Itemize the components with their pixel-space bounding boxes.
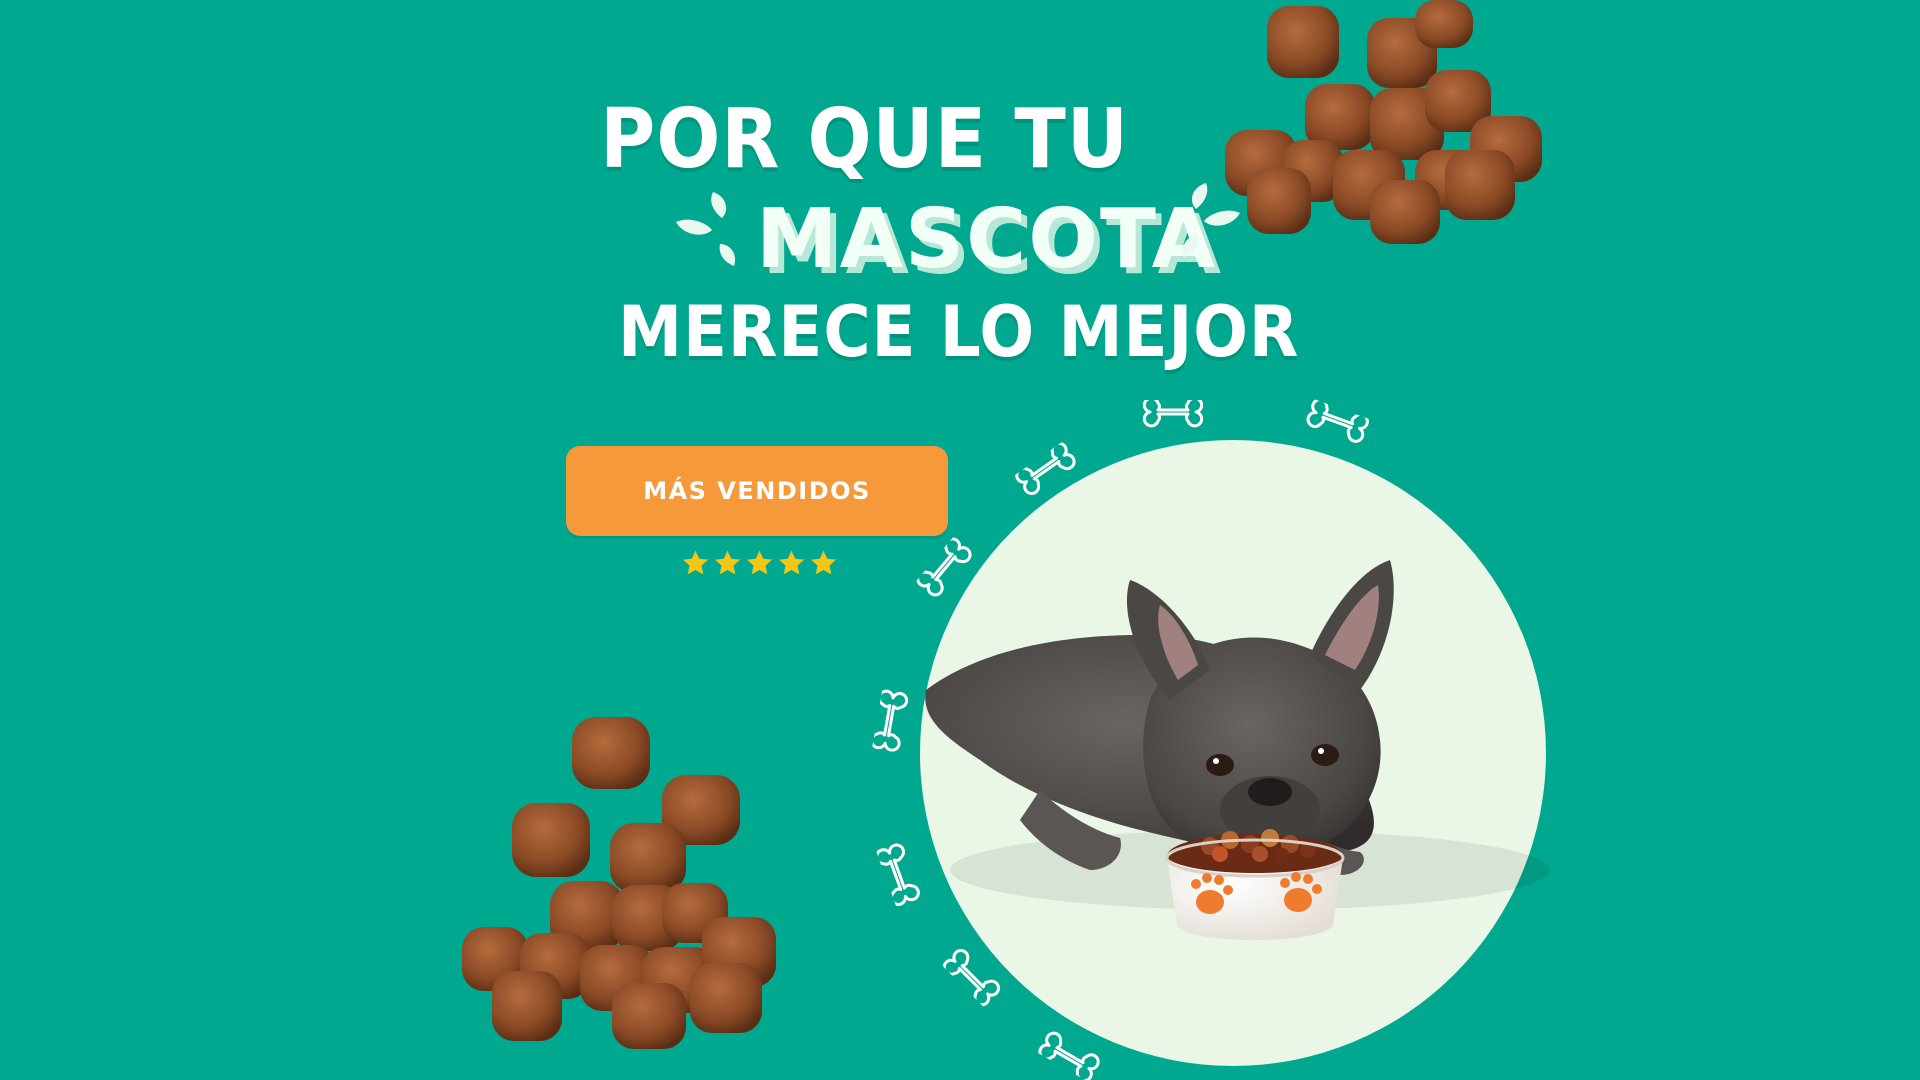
bestsellers-button[interactable]: MÁS VENDIDOS <box>566 446 948 536</box>
bone-icon <box>1142 400 1204 428</box>
star-icon <box>810 550 837 575</box>
dog-illustration <box>925 560 1550 940</box>
rating-stars <box>680 548 840 584</box>
star-icon <box>746 550 773 575</box>
headline: POR QUE TU MASCOTA MERECE LO MEJOR <box>0 0 1920 400</box>
headline-line-1: POR QUE TU <box>600 92 1129 187</box>
kibble-pile-bottom-left <box>462 717 776 1049</box>
star-icon <box>778 550 805 575</box>
headline-line-3: MERECE LO MEJOR <box>618 291 1300 373</box>
bone-icon <box>871 689 909 752</box>
hero-banner: POR QUE TU MASCOTA MERECE LO MEJOR MÁS V… <box>0 0 1920 1080</box>
sparkle-icon <box>1182 183 1240 257</box>
headline-line-2: MASCOTA <box>756 192 1218 287</box>
star-icon <box>714 550 741 575</box>
sparkle-icon <box>676 192 736 266</box>
star-icon <box>682 550 709 575</box>
